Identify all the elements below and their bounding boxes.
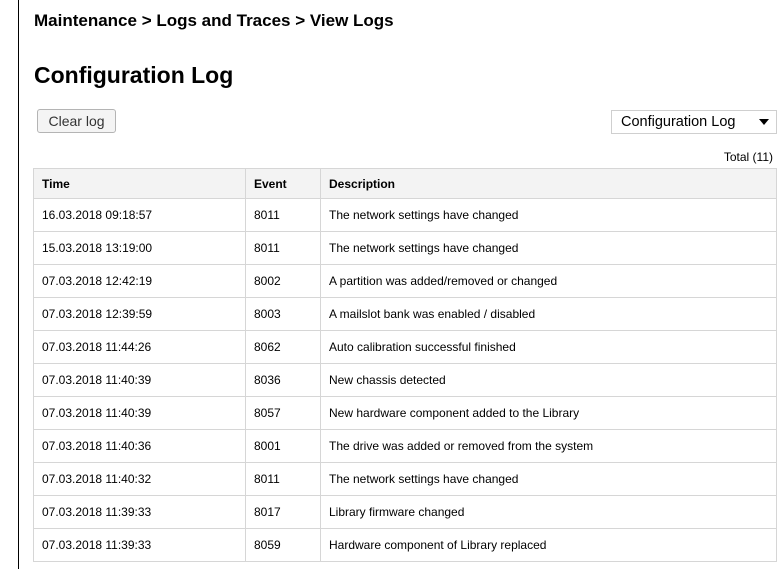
column-header-time[interactable]: Time [33, 168, 246, 199]
cell-time: 07.03.2018 11:40:32 [33, 462, 246, 496]
cell-event: 8059 [245, 528, 321, 562]
cell-description: Auto calibration successful finished [320, 330, 777, 364]
table-row: 07.03.2018 11:40:39 8036 New chassis detec… [33, 363, 777, 397]
table-row: 15.03.2018 13:19:00 8011 The network setti… [33, 231, 777, 265]
cell-event: 8002 [245, 264, 321, 298]
clear-log-button[interactable]: Clear log [37, 109, 116, 133]
cell-description: A partition was added/removed or changed [320, 264, 777, 298]
column-header-event[interactable]: Event [245, 168, 321, 199]
table-row: 16.03.2018 09:18:57 8011 The network setti… [33, 198, 777, 232]
cell-description: New hardware component added to the Libr… [320, 396, 777, 430]
chevron-down-icon [759, 119, 769, 125]
cell-event: 8011 [245, 198, 321, 232]
cell-event: 8062 [245, 330, 321, 364]
cell-time: 07.03.2018 11:40:39 [33, 396, 246, 430]
table-row: 07.03.2018 11:40:32 8011 The network setti… [33, 462, 777, 496]
cell-time: 07.03.2018 11:40:39 [33, 363, 246, 397]
table-row: 07.03.2018 11:44:26 8062 Auto calibration … [33, 330, 777, 364]
cell-event: 8011 [245, 462, 321, 496]
cell-time: 07.03.2018 11:39:33 [33, 495, 246, 529]
cell-time: 07.03.2018 11:39:33 [33, 528, 246, 562]
cell-time: 07.03.2018 12:39:59 [33, 297, 246, 331]
cell-time: 16.03.2018 09:18:57 [33, 198, 246, 232]
table-row: 07.03.2018 11:39:33 8059 Hardware componen… [33, 528, 777, 562]
cell-event: 8057 [245, 396, 321, 430]
table-row: 07.03.2018 12:39:59 8003 A mailslot bank w… [33, 297, 777, 331]
cell-event: 8036 [245, 363, 321, 397]
cell-event: 8017 [245, 495, 321, 529]
cell-description: Hardware component of Library replaced [320, 528, 777, 562]
cell-description: The network settings have changed [320, 462, 777, 496]
column-header-description[interactable]: Description [320, 168, 777, 199]
cell-time: 15.03.2018 13:19:00 [33, 231, 246, 265]
left-divider [18, 0, 19, 569]
cell-description: Library firmware changed [320, 495, 777, 529]
cell-time: 07.03.2018 11:40:36 [33, 429, 246, 463]
log-type-select[interactable]: Configuration Log [611, 110, 777, 134]
table-row: 07.03.2018 11:40:39 8057 New hardware comp… [33, 396, 777, 430]
breadcrumb: Maintenance > Logs and Traces > View Log… [34, 11, 394, 30]
log-table: Time Event Description 16.03.2018 09:18:… [33, 168, 777, 562]
log-table-body: 16.03.2018 09:18:57 8011 The network setti… [33, 198, 777, 562]
cell-event: 8001 [245, 429, 321, 463]
cell-description: The drive was added or removed from the … [320, 429, 777, 463]
cell-event: 8003 [245, 297, 321, 331]
table-row: 07.03.2018 11:40:36 8001 The drive was add… [33, 429, 777, 463]
cell-time: 07.03.2018 12:42:19 [33, 264, 246, 298]
log-type-selected-value: Configuration Log [621, 114, 736, 130]
page-title: Configuration Log [34, 62, 234, 88]
cell-description: A mailslot bank was enabled / disabled [320, 297, 777, 331]
cell-event: 8011 [245, 231, 321, 265]
cell-time: 07.03.2018 11:44:26 [33, 330, 246, 364]
cell-description: New chassis detected [320, 363, 777, 397]
table-header-row: Time Event Description [33, 168, 777, 199]
cell-description: The network settings have changed [320, 231, 777, 265]
table-row: 07.03.2018 11:39:33 8017 Library firmware … [33, 495, 777, 529]
total-count: Total (11) [723, 150, 773, 164]
cell-description: The network settings have changed [320, 198, 777, 232]
table-row: 07.03.2018 12:42:19 8002 A partition was a… [33, 264, 777, 298]
